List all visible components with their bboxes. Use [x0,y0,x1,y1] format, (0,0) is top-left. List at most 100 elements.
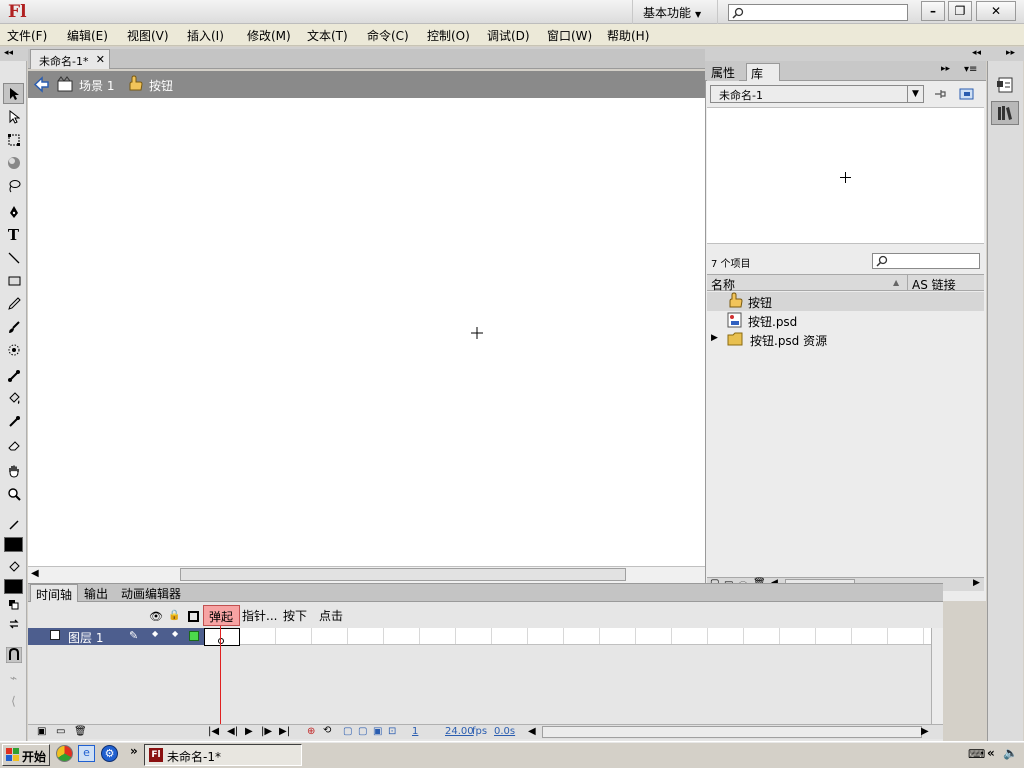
new-folder-icon[interactable]: ▭ [56,726,65,737]
outline-color-square[interactable] [189,631,199,641]
library-item[interactable]: ▶ 按钮.psd 资源 [707,330,984,349]
close-button[interactable]: ✕ [976,1,1016,21]
close-tab-icon[interactable]: ✕ [96,53,105,66]
center-frame-icon[interactable]: ⊕ [307,726,315,737]
subselection-tool-icon[interactable] [3,106,24,127]
timeline-horizontal-scrollbar[interactable] [542,726,922,738]
menu-help[interactable]: 帮助(H) [607,27,649,44]
help-search-input[interactable] [728,4,908,21]
expand-arrow-icon[interactable]: ▶ [711,333,718,343]
timeline-vertical-scrollbar[interactable] [931,628,943,724]
taskbar-item-flash[interactable]: Fl 未命名-1* [144,744,302,766]
pen-tool-icon[interactable] [3,201,24,222]
menu-insert[interactable]: 插入(I) [187,27,224,44]
menu-text[interactable]: 文本(T) [307,27,348,44]
play-icon[interactable]: ▶ [245,726,253,737]
smooth-icon[interactable]: ⌁ [3,667,24,688]
stage-scroll-thumb[interactable] [180,568,626,581]
go-to-first-icon[interactable]: |◀ [208,726,219,737]
current-frame[interactable]: 1 [412,726,418,737]
menu-debug[interactable]: 调试(D) [487,27,530,44]
sort-arrow-icon[interactable]: ▲ [893,278,899,287]
modify-markers-icon[interactable]: ⊡ [388,726,396,737]
selection-tool-icon[interactable] [3,83,24,104]
column-name[interactable]: 名称 [711,276,735,293]
frame-grid[interactable] [204,628,931,645]
stroke-color-swatch[interactable] [4,537,23,552]
tray-expand-icon[interactable]: « [987,746,995,760]
document-tab[interactable]: 未命名-1* ✕ [30,49,110,69]
back-arrow-icon[interactable] [33,76,50,96]
swap-colors-icon[interactable] [3,616,24,632]
menu-file[interactable]: 文件(F) [7,27,47,44]
straighten-icon[interactable]: ⟨ [3,690,24,711]
new-library-panel-icon[interactable] [959,87,975,104]
collapse-panels-icon[interactable]: ◂◂ [972,48,981,58]
panel-menu-icon[interactable]: ▾≡ [964,64,977,75]
properties-panel-icon[interactable] [993,75,1019,97]
tab-output[interactable]: 输出 [79,584,113,602]
stage-canvas[interactable] [28,98,705,566]
breadcrumb-scene[interactable]: 场景 1 [79,77,114,94]
go-to-last-icon[interactable]: ▶| [279,726,290,737]
scroll-right-icon[interactable]: ▶ [973,578,980,588]
tab-timeline[interactable]: 时间轴 [30,584,79,602]
outline-icon[interactable] [188,611,199,622]
new-layer-icon[interactable]: ▣ [37,726,46,737]
tab-library[interactable]: 库 [746,63,780,81]
step-forward-icon[interactable]: |▶ [261,726,272,737]
visibility-dot[interactable]: ◆ [152,629,158,638]
onion-skin-icon[interactable]: ▢ [343,726,352,737]
library-item[interactable]: 按钮.psd [707,311,984,330]
frame-rate[interactable]: 24.00 [445,726,474,737]
keyboard-tray-icon[interactable]: ⌨ [968,747,985,761]
quicklaunch-more-icon[interactable]: » [130,744,138,758]
breadcrumb-symbol[interactable]: 按钮 [149,77,173,94]
hand-tool-icon[interactable] [3,460,24,481]
menu-commands[interactable]: 命令(C) [367,27,409,44]
volume-tray-icon[interactable]: 🔈 [1003,746,1018,760]
loop-icon[interactable]: ⟲ [323,725,331,736]
onion-outline-icon[interactable]: ▢ [358,726,367,737]
menu-view[interactable]: 视图(V) [127,27,169,44]
column-as-linkage[interactable]: AS 链接 [912,276,956,293]
pin-library-icon[interactable] [933,87,947,104]
3d-rotation-tool-icon[interactable] [3,152,24,173]
lock-icon[interactable]: 🔒 [168,610,180,621]
paint-bucket-tool-icon[interactable] [3,388,24,409]
workspace-switcher[interactable]: 基本功能 ▼ [632,0,718,24]
edit-multiple-frames-icon[interactable]: ▣ [373,726,382,737]
restore-button[interactable]: ❐ [948,1,972,21]
text-tool-icon[interactable]: T [3,224,24,245]
library-panel-icon[interactable] [991,101,1019,125]
tab-motion-editor[interactable]: 动画编辑器 [116,584,186,602]
frame-label-over[interactable]: 指针... [242,607,277,624]
delete-layer-icon[interactable]: 🗑 [74,726,87,737]
pencil-tool-icon[interactable] [3,293,24,314]
line-tool-icon[interactable] [3,247,24,268]
fill-color-swatch[interactable] [4,579,23,594]
step-back-icon[interactable]: ◀| [227,726,238,737]
brush-tool-icon[interactable] [3,316,24,337]
free-transform-tool-icon[interactable] [3,129,24,150]
start-button[interactable]: 开始 [2,744,50,766]
frame-label-up[interactable]: 弹起 [203,605,240,626]
scroll-right-icon[interactable]: ▶ [921,726,929,737]
collapse-tools-icon[interactable]: ◂◂ [4,48,13,58]
scroll-left-icon[interactable]: ◀ [31,568,39,579]
lock-dot[interactable]: ◆ [172,629,178,638]
tab-properties[interactable]: 属性 [707,63,740,81]
library-document-select[interactable]: 未命名-1 ▼ [710,85,924,103]
library-item[interactable]: 按钮 [707,292,984,311]
panel-expand-icon[interactable]: ▸▸ [941,64,950,74]
menu-control[interactable]: 控制(O) [427,27,470,44]
layer-row[interactable]: 图层 1 ✎ ◆ ◆ [28,628,204,645]
menu-modify[interactable]: 修改(M) [247,27,291,44]
library-search-input[interactable] [872,253,980,269]
deco-tool-icon[interactable] [3,339,24,360]
black-white-icon[interactable] [3,598,24,612]
minimize-button[interactable]: – [921,1,945,21]
eraser-tool-icon[interactable] [3,434,24,455]
snap-to-objects-icon[interactable] [3,644,24,665]
menu-edit[interactable]: 编辑(E) [67,27,108,44]
